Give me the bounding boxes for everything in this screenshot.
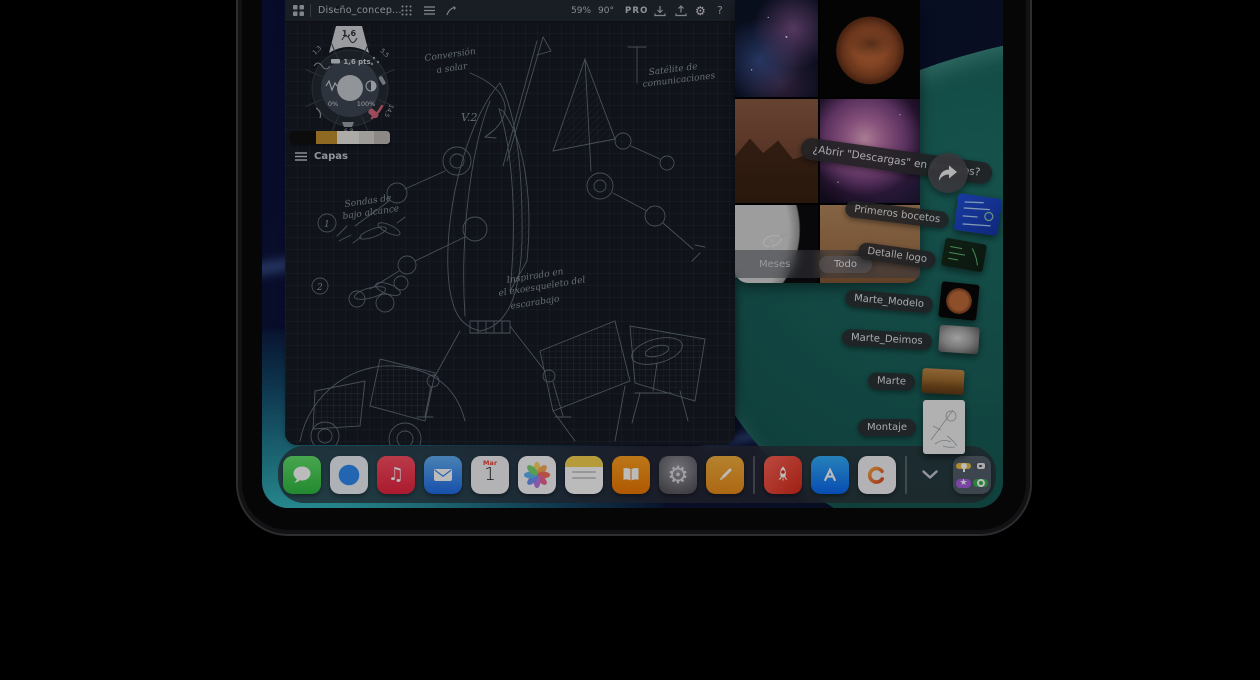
help-button[interactable]: ?	[717, 0, 723, 21]
brush-selected-size: 1,6	[342, 29, 357, 38]
swatch-black[interactable]	[290, 131, 316, 144]
dock-mail-icon[interactable]	[424, 456, 462, 494]
zoom-level[interactable]: 59%	[571, 0, 591, 21]
dock-safari-icon[interactable]	[330, 456, 368, 494]
thumb-mars-surface	[921, 368, 964, 395]
dock-divider	[753, 456, 755, 494]
dock-collapse-chevron[interactable]	[916, 456, 944, 494]
ipad-screen: Conversión a solar Satélite de comunicac…	[262, 0, 1003, 508]
dock-notes-icon[interactable]	[565, 456, 603, 494]
dock-concepts-app-icon[interactable]	[858, 456, 896, 494]
brush-preview-dot[interactable]	[337, 75, 363, 101]
dock-rocket-app-icon[interactable]	[764, 456, 802, 494]
dock-books-icon[interactable]	[612, 456, 650, 494]
dots-grid-icon[interactable]	[401, 0, 412, 21]
swatch-lightgray[interactable]	[359, 131, 374, 144]
drag-item-primeros-bocetos[interactable]: Primeros bocetos	[845, 196, 1000, 233]
thumb-sketch	[923, 400, 965, 454]
opacity-max: 100%	[357, 100, 376, 108]
dock-calendar-icon[interactable]: Mar 1	[471, 456, 509, 494]
dock-messages-icon[interactable]	[283, 456, 321, 494]
document-title[interactable]: Diseño_concep...	[318, 0, 402, 21]
dock-settings-icon[interactable]: ⚙	[659, 456, 697, 494]
dock-appstore-icon[interactable]	[811, 456, 849, 494]
layers-menu-icon	[295, 152, 307, 161]
dock-music-icon[interactable]: ♫	[377, 456, 415, 494]
dock-photos-icon[interactable]	[518, 456, 556, 494]
annotation-solar-1: Conversión	[424, 46, 477, 64]
drag-item-marte[interactable]: Marte	[868, 369, 964, 394]
swatch-selection-dot	[336, 6, 339, 9]
stage: Conversión a solar Satélite de comunicac…	[0, 0, 1260, 680]
layers-label: Capas	[314, 151, 348, 162]
dock-divider	[905, 456, 907, 494]
layers-row[interactable]: Capas	[295, 151, 348, 162]
notes-line	[572, 477, 596, 479]
annotation-marker-2: 2	[316, 283, 323, 293]
mini-app-star: ★	[956, 479, 971, 488]
chevron-down-icon	[921, 469, 939, 480]
mini-app-camera	[973, 463, 988, 469]
photo-mars-globe[interactable]	[820, 0, 920, 97]
align-lines-icon[interactable]	[423, 0, 436, 21]
drag-label: Primeros bocetos	[844, 200, 950, 230]
vector-pen-icon[interactable]	[445, 0, 457, 21]
draw-app-toolbar: Diseño_concep...	[285, 0, 735, 22]
export-icon[interactable]	[675, 0, 687, 21]
brush-size-right: 5,5	[379, 47, 391, 59]
mini-app-ring	[973, 479, 988, 487]
thumb-blueprint	[954, 193, 1003, 236]
pro-badge[interactable]: PRO	[625, 0, 649, 21]
photo-nebula[interactable]	[735, 0, 818, 97]
drag-label: Montaje	[858, 419, 916, 436]
annotation-marker-1: 1	[324, 220, 330, 230]
drag-item-marte-deimos[interactable]: Marte_Deimos	[842, 326, 979, 353]
import-icon[interactable]	[654, 0, 666, 21]
drag-label: Detalle logo	[857, 241, 937, 269]
settings-gear-glyph: ⚙	[667, 463, 689, 487]
photo-mars-landscape[interactable]	[735, 99, 818, 203]
drag-label: Marte	[868, 372, 916, 391]
annotation-solar-2: a solar	[436, 62, 469, 76]
color-swatch-bar[interactable]	[290, 131, 390, 144]
drag-label: Marte_Modelo	[844, 289, 933, 314]
brush-size-label: 1,6 pts	[343, 58, 370, 66]
calendar-day: 1	[484, 466, 495, 484]
brush-wheel[interactable]: 1,6 1,6 pts 0% 100% 1,3 5,5 14,5 6,8	[298, 24, 402, 134]
thumb-logo	[941, 238, 987, 273]
notes-header-band	[565, 456, 603, 467]
tab-months[interactable]: Meses	[759, 259, 790, 270]
music-note-glyph: ♫	[388, 464, 404, 485]
swatch-gold[interactable]	[316, 131, 337, 144]
dock-draw-app-icon[interactable]	[706, 456, 744, 494]
app-grid-icon[interactable]	[293, 0, 304, 21]
rotation-value[interactable]: 90°	[598, 0, 614, 21]
share-forward-button[interactable]	[928, 153, 968, 193]
mini-app-bulb	[956, 463, 971, 469]
swatch-gray[interactable]	[374, 131, 390, 144]
opacity-min: 0%	[328, 100, 338, 108]
dock-app-library-icon[interactable]: ★	[953, 456, 991, 494]
drag-item-marte-modelo[interactable]: Marte_Modelo	[845, 283, 978, 319]
brush-size-left: 1,3	[311, 45, 323, 57]
swatch-white[interactable]	[337, 131, 359, 144]
share-arrow-icon	[938, 165, 958, 182]
dock: ♫ Mar 1	[278, 446, 996, 503]
thumb-mars-planet	[938, 281, 980, 321]
toolbar-divider	[310, 4, 311, 17]
drawing-app-window: Conversión a solar Satélite de comunicac…	[285, 0, 735, 445]
annotation-version: V.2	[461, 111, 478, 124]
drag-item-detalle-logo[interactable]: Detalle logo	[858, 241, 985, 269]
settings-gear-icon[interactable]: ⚙	[695, 0, 706, 21]
drag-item-montaje[interactable]: Montaje	[858, 400, 965, 454]
notes-line	[572, 471, 596, 473]
thumb-deimos	[938, 325, 980, 355]
annotation-inspiration-3: escarabajo	[510, 294, 561, 312]
photo-orion-nebula[interactable]	[820, 99, 920, 203]
drag-label: Marte_Deimos	[842, 329, 932, 351]
